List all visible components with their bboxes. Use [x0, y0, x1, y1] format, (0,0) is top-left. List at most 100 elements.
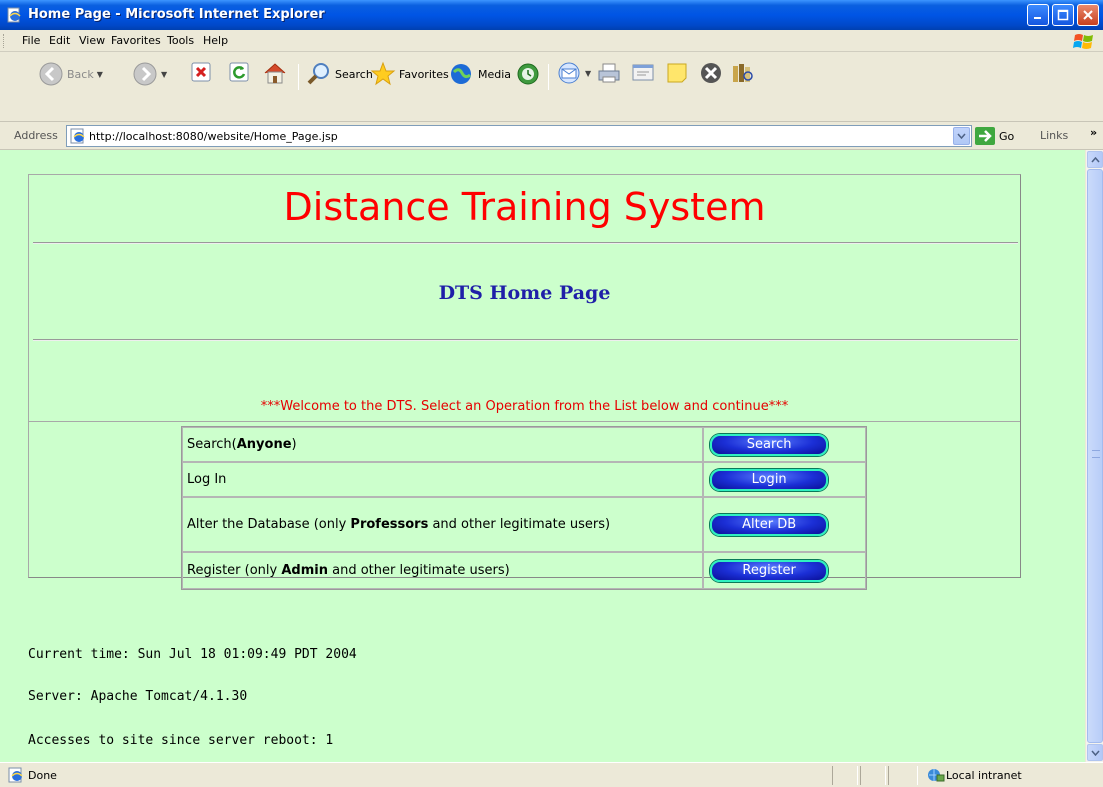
address-label: Address	[14, 129, 58, 142]
close-button[interactable]	[1077, 4, 1099, 26]
operation-action-cell: Login	[703, 462, 866, 497]
menu-tools[interactable]: Tools	[167, 34, 194, 47]
operation-description: Alter the Database (only Professors and …	[182, 497, 704, 552]
menu-file[interactable]: File	[22, 34, 40, 47]
search-button[interactable]: Search	[306, 61, 373, 87]
back-button[interactable]: Back ▼	[38, 61, 103, 87]
go-button[interactable]: Go	[975, 127, 1014, 145]
media-button[interactable]: Media	[449, 61, 511, 87]
print-button[interactable]	[596, 61, 622, 85]
refresh-icon	[229, 62, 249, 82]
address-input[interactable]	[89, 127, 939, 145]
menu-help[interactable]: Help	[203, 34, 228, 47]
history-button[interactable]	[515, 61, 541, 87]
go-arrow-icon	[975, 127, 995, 145]
media-icon	[451, 64, 471, 84]
menu-favorites[interactable]: Favorites	[111, 34, 161, 47]
welcome-message: ***Welcome to the DTS. Select an Operati…	[260, 399, 789, 414]
status-bar: Done Local intranet	[0, 762, 1103, 787]
search-op-button[interactable]: Search	[710, 433, 829, 456]
address-dropdown-button[interactable]	[953, 127, 970, 145]
security-zone: Local intranet	[946, 769, 1022, 782]
divider	[33, 339, 1018, 341]
close-icon	[1083, 10, 1093, 20]
operations-table: Search(Anyone) Search Log In Login Alter…	[181, 426, 867, 590]
operation-action-cell: Register	[703, 552, 866, 589]
mail-button[interactable]: ▼	[556, 61, 591, 85]
stop-icon	[191, 62, 211, 82]
vertical-scrollbar[interactable]	[1085, 150, 1103, 762]
login-button[interactable]: Login	[710, 468, 829, 491]
search-icon	[307, 63, 329, 85]
mail-icon	[558, 62, 580, 84]
search-label: Search	[335, 67, 373, 81]
menu-bar: File Edit View Favorites Tools Help	[0, 30, 1103, 52]
chevron-up-icon	[1090, 156, 1100, 162]
messenger-button[interactable]	[664, 61, 690, 85]
maximize-button[interactable]	[1052, 4, 1074, 26]
minimize-button[interactable]	[1027, 4, 1049, 26]
operation-description: Search(Anyone)	[182, 427, 704, 462]
table-row: Search(Anyone) Search	[182, 427, 866, 462]
operation-action-cell: Alter DB	[703, 497, 866, 552]
table-top-line	[29, 421, 1020, 422]
status-panel	[860, 766, 886, 785]
maximize-icon	[1057, 9, 1069, 21]
refresh-button[interactable]	[228, 61, 250, 83]
register-button[interactable]: Register	[710, 559, 829, 582]
note-icon	[667, 63, 687, 83]
page-heading: DTS Home Page	[438, 282, 611, 304]
forward-button[interactable]: ▼	[132, 61, 167, 87]
back-arrow-icon	[39, 62, 63, 86]
menubar-grip	[3, 34, 6, 48]
forward-dropdown-icon[interactable]: ▼	[161, 70, 167, 79]
scroll-thumb[interactable]	[1087, 169, 1103, 743]
menu-view[interactable]: View	[79, 34, 105, 47]
alter-db-button[interactable]: Alter DB	[710, 513, 829, 536]
site-title: Distance Training System	[283, 185, 766, 229]
mail-dropdown-icon[interactable]: ▼	[585, 69, 591, 78]
links-chevron-icon[interactable]: »	[1090, 126, 1097, 139]
operation-description: Register (only Admin and other legitimat…	[182, 552, 704, 589]
address-bar: Address Go Links »	[0, 122, 1103, 150]
ie-page-icon	[70, 128, 85, 144]
links-label[interactable]: Links	[1040, 129, 1068, 142]
edit-page-icon	[632, 64, 654, 81]
local-intranet-icon	[928, 769, 945, 782]
scroll-grip	[1092, 450, 1100, 458]
status-text: Done	[28, 769, 57, 782]
home-icon	[264, 63, 286, 84]
menu-edit[interactable]: Edit	[49, 34, 70, 47]
server-info: Server: Apache Tomcat/4.1.30	[28, 689, 248, 704]
edit-button[interactable]	[630, 61, 656, 85]
chevron-down-icon	[957, 133, 966, 139]
status-panel	[888, 766, 918, 785]
favorites-label: Favorites	[399, 67, 449, 81]
access-count: Accesses to site since server reboot: 1	[28, 733, 334, 748]
table-row: Register (only Admin and other legitimat…	[182, 552, 866, 589]
minimize-icon	[1034, 17, 1041, 19]
window-title: Home Page - Microsoft Internet Explorer	[28, 7, 325, 22]
chevron-down-icon	[1090, 750, 1100, 756]
stop-button[interactable]	[190, 61, 212, 83]
divider	[33, 242, 1018, 244]
forward-arrow-icon	[133, 62, 157, 86]
scroll-up-button[interactable]	[1087, 151, 1103, 168]
standard-toolbar: Back ▼ ▼ Search Favorites Media ▼	[0, 52, 1103, 122]
favorites-button[interactable]: Favorites	[370, 61, 449, 87]
toolbar-separator	[548, 64, 549, 90]
page-content: Distance Training System DTS Home Page *…	[0, 150, 1085, 762]
go-label: Go	[999, 129, 1015, 143]
address-box[interactable]	[66, 125, 972, 147]
toolbar-separator	[298, 64, 299, 90]
back-dropdown-icon[interactable]: ▼	[97, 70, 103, 79]
scroll-down-button[interactable]	[1087, 744, 1103, 761]
operation-action-cell: Search	[703, 427, 866, 462]
research-button[interactable]	[730, 61, 756, 85]
home-button[interactable]	[262, 61, 288, 85]
block-button[interactable]	[698, 61, 724, 85]
media-label: Media	[478, 67, 512, 81]
operation-description: Log In	[182, 462, 704, 497]
title-bar: Home Page - Microsoft Internet Explorer	[0, 0, 1103, 30]
table-row: Log In Login	[182, 462, 866, 497]
